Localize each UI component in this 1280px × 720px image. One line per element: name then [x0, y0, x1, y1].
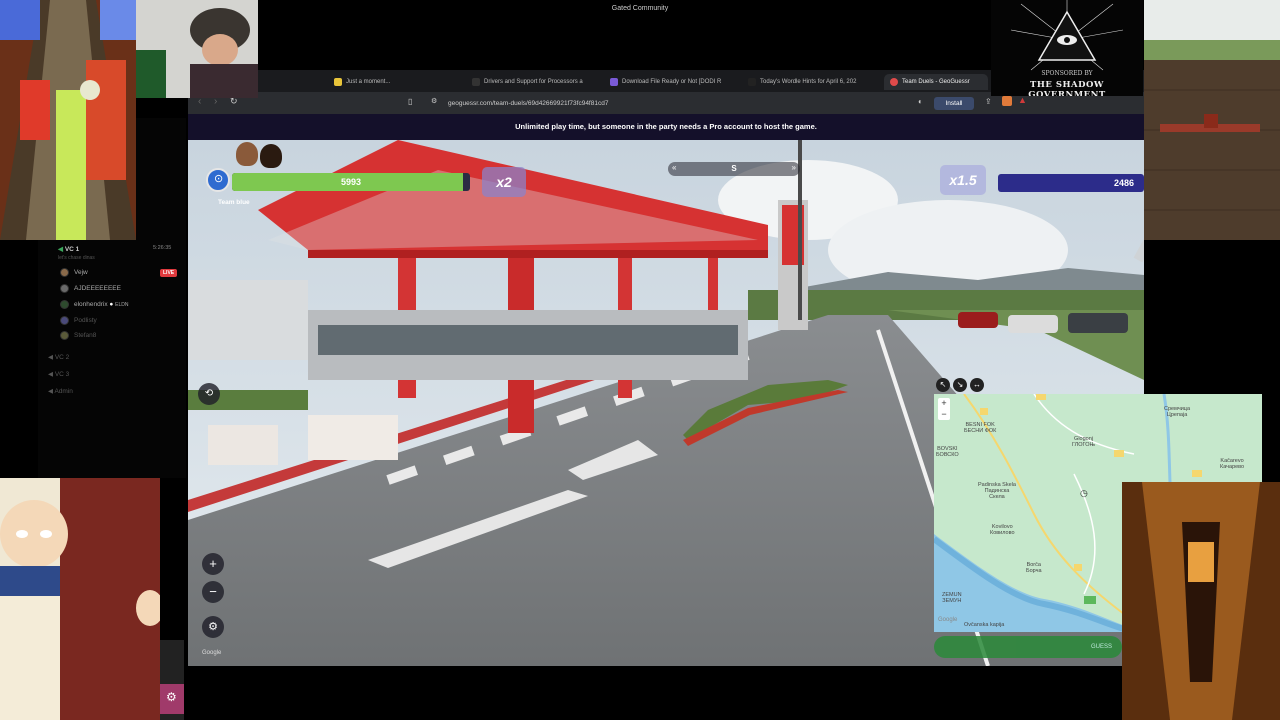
subway-scene [0, 0, 136, 240]
incognito-icon[interactable]: ◐ [918, 97, 923, 106]
member-vejw[interactable]: Vejw [74, 269, 88, 276]
map-label-ovcanska-kapija: Ovčanska kapija [964, 622, 1005, 628]
enemy-multiplier-badge: x1.5 [940, 165, 986, 195]
minimap-pin-icon[interactable]: ↖ [936, 378, 950, 392]
extension-icon[interactable] [1002, 96, 1012, 106]
bookmark-icon[interactable]: ▯ [408, 97, 412, 106]
avatar [60, 331, 69, 340]
cartoon-scene [0, 478, 160, 720]
all-seeing-eye-icon: SPONSORED BY [991, 0, 1143, 80]
minecraft-overlay [1122, 482, 1280, 720]
tab-just-a-moment[interactable]: Just a moment... [328, 74, 464, 90]
tab-geoguessr[interactable]: Team Duels - GeoGuessr [884, 74, 988, 90]
cartoon-overlay [0, 478, 160, 720]
channel-vc2[interactable]: ◀ VC 2 [48, 353, 69, 361]
webcam-scene [136, 0, 258, 98]
map-label-besni-fok: BESNI FOK БЕСНИ ФОК [964, 422, 997, 434]
member-ajdeeee[interactable]: AJDEEEEEEEE [74, 285, 121, 292]
map-label-borca: Borča Борча [1026, 562, 1042, 574]
avatar [260, 144, 282, 168]
minimap-toolbar: ↖ ↘ ↔ [934, 376, 986, 392]
site-info-icon[interactable]: ⚙ [431, 97, 437, 105]
url-field[interactable]: geoguessr.com/team-duels/69d42669921f73f… [448, 97, 608, 110]
farming-sim-overlay [1144, 0, 1280, 240]
channel-vc3[interactable]: ◀ VC 3 [48, 370, 69, 378]
settings-gear-icon[interactable]: ⚙ [160, 684, 184, 714]
farm-scene [1144, 0, 1280, 240]
shadow-sub-text: SPONSORED BY [1041, 70, 1093, 77]
avatar [60, 316, 69, 325]
subway-surfers-overlay [0, 0, 136, 240]
channel-status: let's chase dinas [58, 255, 95, 261]
team-multiplier-badge: x2 [482, 167, 526, 197]
minimap-google-watermark: Google [938, 617, 958, 623]
google-watermark: Google [202, 650, 222, 656]
shadow-government-text: THE SHADOW GOVERNMENT [1028, 80, 1106, 96]
map-label-zemun: ZEMUN ЗЕМУН [942, 592, 962, 604]
avatar [60, 268, 69, 277]
member-stefan8[interactable]: Stefan8 [74, 332, 96, 339]
compass-right-icon: » [791, 163, 796, 172]
channel-admin[interactable]: ◀ Admin [48, 387, 73, 395]
tab-favicon [334, 78, 342, 86]
map-label-kacarevo: Kačarevo Качарево [1220, 458, 1245, 470]
live-badge: LIVE [160, 269, 178, 277]
minimap-enlarge-icon[interactable]: ↘ [953, 378, 967, 392]
team-health-bar: 5993 [232, 173, 470, 191]
enemy-health-bar: 2486 [998, 174, 1144, 192]
install-button[interactable]: Install [934, 97, 974, 110]
tab-drivers[interactable]: Drivers and Support for Processors a [466, 74, 602, 90]
enemy-score: 2486 [1113, 178, 1134, 188]
map-label-glogonj: Glogonj ГЛОГОЊ [1072, 436, 1096, 448]
cave-scene [1122, 482, 1280, 720]
small-overlay: ⚙ [160, 640, 184, 720]
guess-button[interactable]: GUESS [934, 636, 1122, 658]
pro-account-banner: Unlimited play time, but someone in the … [188, 114, 1144, 140]
tab-wordle[interactable]: Today's Wordle Hints for April 6, 202 [742, 74, 882, 90]
shadow-government-overlay: SPONSORED BY THE SHADOW GOVERNMENT [991, 0, 1143, 96]
zoom-in-button[interactable]: + [202, 553, 224, 575]
map-label-kovilovo: Kovilovo Ковилово [990, 524, 1015, 536]
tab-download[interactable]: Download File Ready or Not [DODI R [604, 74, 740, 90]
channel-vc1[interactable]: ◀ VC 1 [58, 245, 79, 253]
tab-favicon [748, 78, 756, 86]
cursor-icon: ◷ [1080, 488, 1088, 498]
team-avatars [234, 142, 286, 172]
tab-favicon [890, 78, 898, 86]
compass: S « » [668, 162, 800, 176]
avatar [236, 142, 258, 166]
minimap-zoom-controls[interactable]: + − [938, 398, 950, 420]
webcam-person [136, 0, 258, 98]
member-podlisty[interactable]: Podlisty [74, 317, 97, 324]
team-label: Team blue [218, 199, 250, 206]
avatar [60, 300, 69, 309]
settings-gear-icon[interactable]: ⚙ [202, 616, 224, 638]
alert-icon[interactable]: ▲ [1018, 95, 1027, 105]
zoom-out-button[interactable]: − [202, 581, 224, 603]
undo-icon[interactable]: ⟲ [198, 383, 220, 405]
compass-heading: S [731, 164, 737, 173]
tab-favicon [472, 78, 480, 86]
team-score: 5993 [340, 177, 362, 187]
map-label-crepaja: Сремчица Црепаја [1164, 406, 1191, 418]
map-label-padinska-skela: Padinska Skela Падинска Скела [978, 482, 1016, 500]
map-label-bovski: BOVSKI БОВСКО [936, 446, 959, 458]
minimap-resize-icon[interactable]: ↔ [970, 378, 984, 392]
member-elonhendrix[interactable]: elonhendrix ● ELDN [74, 301, 129, 308]
share-icon[interactable]: ⇪ [985, 97, 992, 106]
window-title: Gated Community [611, 5, 669, 12]
tab-favicon [610, 78, 618, 86]
avatar [60, 284, 69, 293]
channel-timer: 5:26:35 [153, 245, 172, 251]
compass-left-icon: « [672, 163, 677, 172]
team-location-icon: ⊙ [206, 168, 230, 192]
